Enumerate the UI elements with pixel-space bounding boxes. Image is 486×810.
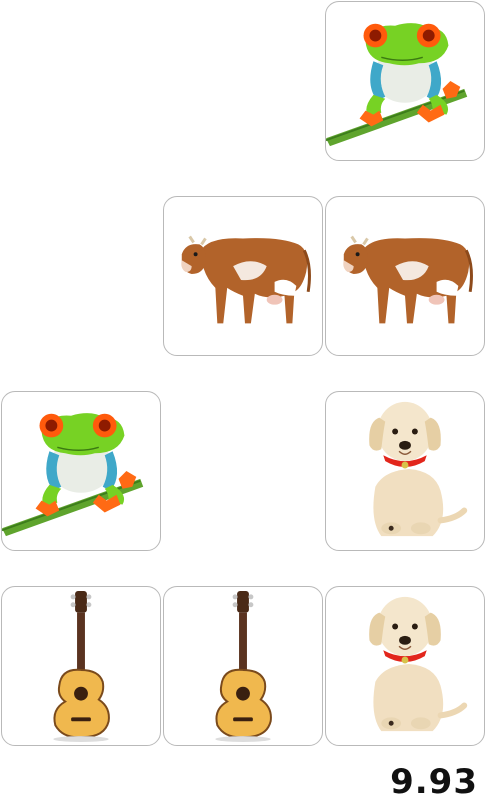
card-frog[interactable]	[325, 1, 485, 161]
card-guitar[interactable]	[163, 586, 323, 746]
cow-icon	[181, 235, 311, 324]
card-guitar[interactable]	[1, 586, 161, 746]
card-cow[interactable]	[163, 196, 323, 356]
card-puppy[interactable]	[325, 586, 485, 746]
card-frog[interactable]	[1, 391, 161, 551]
guitar-icon	[53, 590, 110, 743]
frog-icon	[2, 413, 144, 537]
puppy-icon	[369, 401, 468, 537]
frog-icon	[326, 23, 468, 147]
guitar-icon	[215, 590, 272, 743]
puppy-icon	[369, 596, 468, 732]
card-puppy[interactable]	[325, 391, 485, 551]
timer-readout: 9.93	[390, 762, 478, 802]
card-cow[interactable]	[325, 196, 485, 356]
cow-icon	[343, 235, 473, 324]
card-board	[0, 0, 486, 750]
